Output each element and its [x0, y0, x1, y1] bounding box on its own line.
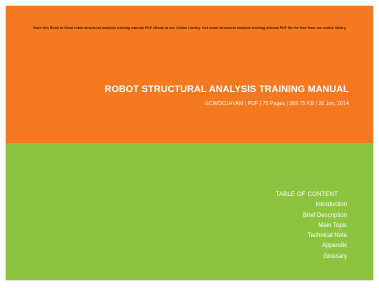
- document-meta: GCWOOJHVAM | PDF | 75 Pages | 369.75 KB …: [204, 101, 349, 107]
- toc-item-technical-note: Technical Note: [307, 233, 347, 240]
- toc-item-introduction: Introduction: [315, 202, 347, 209]
- toc-item-appendix: Appendix: [321, 243, 347, 250]
- cover-top-band: Save this Book to Read robot structural …: [6, 6, 373, 143]
- toc-heading: TABLE OF CONTENT: [275, 192, 338, 198]
- document-title: ROBOT STRUCTURAL ANALYSIS TRAINING MANUA…: [104, 83, 349, 94]
- document-cover: Save this Book to Read robot structural …: [6, 6, 373, 280]
- cover-notice: Save this Book to Read robot structural …: [33, 26, 346, 30]
- toc-item-main-topic: Main Topic: [318, 222, 347, 229]
- toc-item-glossary: Glossary: [323, 253, 347, 260]
- table-of-contents: TABLE OF CONTENT Introduction Brief Desc…: [276, 190, 347, 262]
- toc-item-brief-description: Brief Description: [302, 212, 347, 219]
